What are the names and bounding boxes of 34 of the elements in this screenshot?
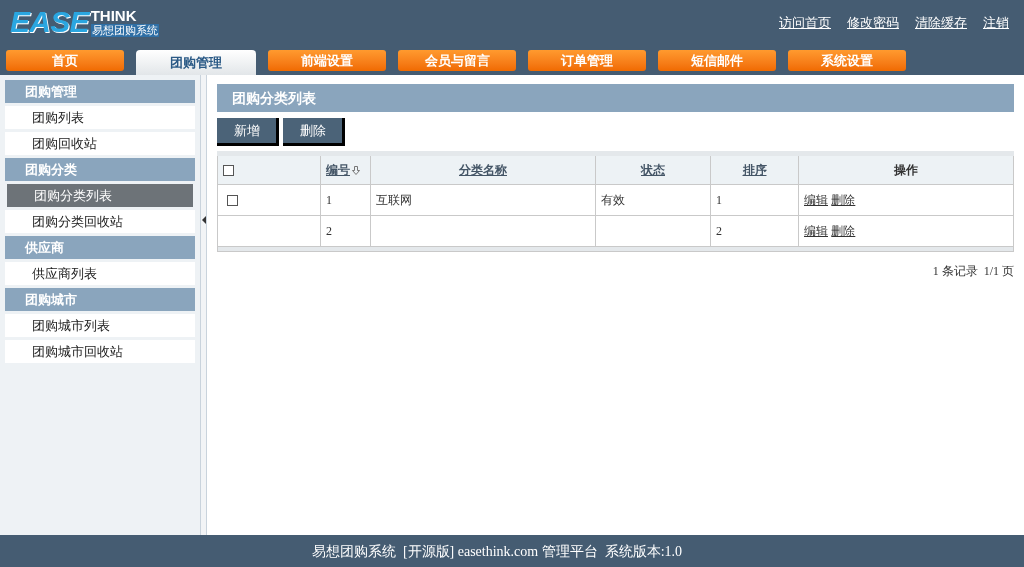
- action-button[interactable]: 删除: [283, 118, 345, 146]
- row-action-link[interactable]: 删除: [831, 193, 856, 207]
- header-link[interactable]: 访问首页: [779, 13, 831, 33]
- table-cell: 1: [326, 193, 332, 207]
- sidebar-item[interactable]: 团购分类回收站: [5, 210, 195, 233]
- row-action-link[interactable]: 编辑: [804, 193, 828, 207]
- panel-title: 团购分类列表: [217, 84, 1014, 112]
- column-header[interactable]: 排序: [742, 163, 767, 177]
- header-link[interactable]: 注销: [983, 13, 1009, 33]
- header-link[interactable]: 清除缓存: [915, 13, 967, 33]
- sidebar-item[interactable]: 团购回收站: [5, 132, 195, 155]
- nav-tab[interactable]: 团购管理: [136, 50, 256, 75]
- header-link[interactable]: 修改密码: [847, 13, 899, 33]
- checkbox[interactable]: [227, 195, 238, 207]
- column-header[interactable]: 状态: [641, 163, 665, 177]
- table-cell: 2: [716, 224, 722, 238]
- footer-text: 易想团购系统 [开源版] easethink.com 管理平台 系统版本:1.0: [0, 535, 1024, 567]
- action-button[interactable]: 新增: [217, 118, 279, 146]
- column-header[interactable]: 分类名称: [459, 163, 507, 177]
- sidebar-item[interactable]: 团购城市列表: [5, 314, 195, 337]
- row-action-link[interactable]: 编辑: [804, 224, 828, 238]
- table-cell: 1: [716, 193, 722, 207]
- table-cell: 互联网: [376, 193, 412, 207]
- sort-arrow-icon[interactable]: [352, 166, 360, 176]
- column-header: 操作: [894, 163, 918, 177]
- checkbox[interactable]: [223, 165, 234, 177]
- table-cell: 2: [326, 224, 332, 238]
- pagination-info: 1 条记录 1/1 页: [932, 263, 1014, 280]
- sidebar-item[interactable]: 团购列表: [5, 106, 195, 129]
- sidebar-item[interactable]: 团购城市回收站: [5, 340, 195, 363]
- row-action-link[interactable]: 删除: [831, 224, 856, 238]
- table-cell: 有效: [601, 193, 625, 207]
- sidebar-item[interactable]: 团购分类列表: [7, 184, 193, 207]
- sidebar-item[interactable]: 供应商列表: [5, 262, 195, 285]
